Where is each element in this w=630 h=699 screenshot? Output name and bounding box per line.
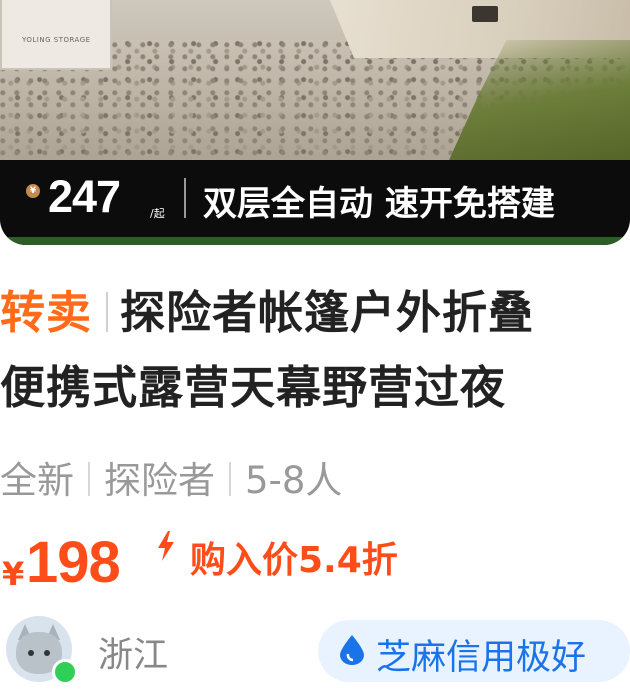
- credit-badge[interactable]: 芝麻信用极好: [318, 620, 630, 682]
- title-line-2[interactable]: 便携式露营天幕野营过夜: [0, 351, 506, 416]
- title-line-1: 探险者帐篷户外折叠: [120, 286, 535, 339]
- price-row: ¥ 198 购入价5.4折: [0, 525, 630, 595]
- lightning-icon: [156, 531, 176, 569]
- avatar-eye: [28, 650, 34, 656]
- coin-icon: ¥: [26, 184, 40, 198]
- storage-box: [0, 0, 112, 70]
- capacity-label: 5-8人: [245, 459, 343, 502]
- strip-accent: [0, 237, 630, 245]
- seller-location: 浙江: [98, 636, 169, 676]
- banner-tagline: 双层全自动 速开免搭建: [203, 184, 555, 224]
- attribute-divider: [229, 461, 231, 496]
- tent-logo: [472, 6, 498, 22]
- title-divider: [106, 292, 109, 332]
- storage-box-label: YOLING STORAGE: [22, 36, 91, 44]
- currency-symbol: ¥: [2, 555, 25, 593]
- banner-price: 247: [48, 171, 121, 222]
- listing-title[interactable]: 转卖 探险者帐篷户外折叠: [0, 276, 534, 341]
- attribute-divider: [88, 461, 90, 496]
- credit-label: 芝麻信用极好: [376, 638, 587, 678]
- listing-attributes: 全新 探险者 5-8人: [0, 450, 342, 504]
- banner-divider: [184, 178, 186, 218]
- discount-label: 购入价5.4折: [190, 540, 398, 581]
- banner-price-unit: /起: [150, 207, 165, 220]
- listing-price: 198: [26, 530, 121, 595]
- brand-label: 探险者: [104, 459, 215, 502]
- online-status-dot: [52, 659, 78, 685]
- avatar-eye: [44, 650, 50, 656]
- condition-label: 全新: [0, 459, 74, 502]
- sesame-credit-icon: [340, 635, 364, 665]
- resale-tag: 转卖: [0, 286, 93, 339]
